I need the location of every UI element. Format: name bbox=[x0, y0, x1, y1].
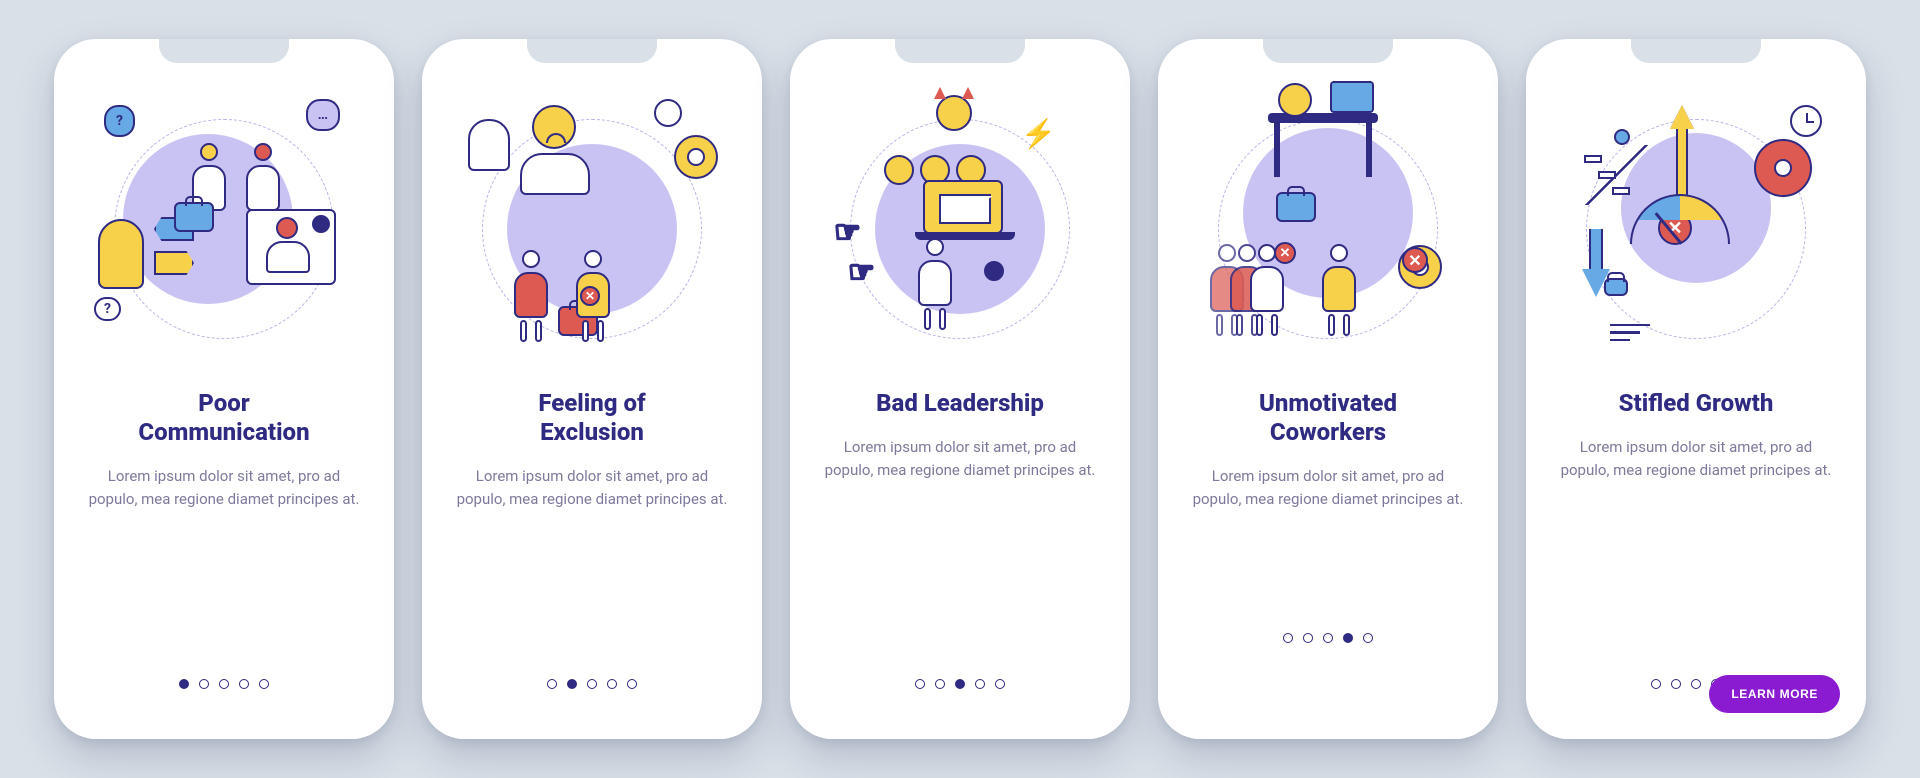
dot-2[interactable] bbox=[567, 679, 577, 689]
pointing-hand-icon: ☞ bbox=[848, 255, 875, 290]
dot-1[interactable] bbox=[915, 679, 925, 689]
dot-3[interactable] bbox=[1691, 679, 1701, 689]
pagination-dots bbox=[179, 679, 269, 689]
illustration-feeling-of-exclusion: ✕ bbox=[462, 99, 722, 359]
dot-3[interactable] bbox=[1323, 633, 1333, 643]
dot-2[interactable] bbox=[935, 679, 945, 689]
devil-boss-icon bbox=[936, 95, 972, 131]
phone-notch bbox=[1631, 39, 1761, 63]
onboarding-screen-3: ⚡ ☞ ☞ Bad Leadership Lorem ipsum dolor s… bbox=[790, 39, 1130, 739]
clock-icon bbox=[1790, 105, 1822, 137]
person-confused-icon bbox=[98, 219, 144, 289]
speed-lines-icon bbox=[1610, 324, 1650, 342]
pagination-dots bbox=[1283, 633, 1373, 643]
pointing-hand-icon: ☞ bbox=[834, 215, 861, 250]
slide-title: Feeling of Exclusion bbox=[538, 389, 645, 447]
photo-frame-icon bbox=[246, 209, 336, 285]
slide-description: Lorem ipsum dolor sit amet, pro ad popul… bbox=[816, 436, 1104, 483]
onboarding-screen-2: ✕ Feeling of Exclusion Lorem ipsum dolor… bbox=[422, 39, 762, 739]
onboarding-screen-4: ✕ ✕ Unmotivated Coworkers Lorem ipsum do… bbox=[1158, 39, 1498, 739]
phone-notch bbox=[527, 39, 657, 63]
dot-3[interactable] bbox=[955, 679, 965, 689]
illustration-poor-communication: ? … ? bbox=[94, 99, 354, 359]
person-yellow-icon: ✕ bbox=[574, 250, 612, 345]
clock-icon bbox=[654, 99, 682, 127]
dot-3[interactable] bbox=[587, 679, 597, 689]
onboarding-screen-1: ? … ? Poor Communication Lorem ipsum dol… bbox=[54, 39, 394, 739]
illustration-unmotivated-coworkers: ✕ ✕ bbox=[1198, 99, 1458, 359]
question-icon: ? bbox=[94, 297, 121, 321]
dot-4[interactable] bbox=[1343, 633, 1353, 643]
x-badge-icon: ✕ bbox=[1274, 242, 1296, 264]
pagination-dots bbox=[547, 679, 637, 689]
slide-title: Bad Leadership bbox=[876, 389, 1044, 418]
slide-title: Unmotivated Coworkers bbox=[1259, 389, 1397, 447]
arrow-right-icon bbox=[154, 251, 194, 275]
briefcase-icon bbox=[174, 202, 214, 232]
dot-5[interactable] bbox=[627, 679, 637, 689]
x-badge-icon: ✕ bbox=[580, 286, 600, 306]
pagination-dots bbox=[915, 679, 1005, 689]
briefcase-icon bbox=[1276, 192, 1316, 222]
dot-2[interactable] bbox=[1303, 633, 1313, 643]
sleeping-at-desk-icon bbox=[1268, 113, 1378, 123]
slide-title: Poor Communication bbox=[138, 389, 309, 447]
illustration-stifled-growth: ✕ bbox=[1566, 99, 1826, 359]
speech-bubbles-icon: ? bbox=[104, 105, 135, 137]
dot-1[interactable] bbox=[1283, 633, 1293, 643]
person-icon bbox=[916, 238, 954, 333]
dot-4[interactable] bbox=[239, 679, 249, 689]
stairs-icon bbox=[1584, 129, 1648, 205]
phone-notch bbox=[159, 39, 289, 63]
illustration-bad-leadership: ⚡ ☞ ☞ bbox=[830, 99, 1090, 359]
dot-2[interactable] bbox=[1671, 679, 1681, 689]
slide-title: Stifled Growth bbox=[1619, 389, 1774, 418]
dot-5[interactable] bbox=[995, 679, 1005, 689]
person-red-icon bbox=[512, 250, 550, 345]
gear-icon bbox=[674, 135, 718, 179]
envelope-icon bbox=[939, 194, 991, 224]
lightning-icon: ⚡ bbox=[1021, 117, 1056, 150]
thought-cloud-icon: … bbox=[306, 99, 340, 131]
slide-description: Lorem ipsum dolor sit amet, pro ad popul… bbox=[1552, 436, 1840, 483]
arrow-up-icon bbox=[1670, 105, 1694, 197]
arrow-down-icon bbox=[1582, 229, 1610, 297]
dot-3[interactable] bbox=[219, 679, 229, 689]
learn-more-button[interactable]: LEARN MORE bbox=[1709, 675, 1840, 713]
laptop-icon bbox=[923, 180, 1003, 234]
person-yellow-icon bbox=[1320, 244, 1358, 339]
moon-icon bbox=[312, 215, 330, 233]
moon-icon bbox=[984, 261, 1004, 281]
dot-5[interactable] bbox=[259, 679, 269, 689]
dot-1[interactable] bbox=[179, 679, 189, 689]
dot-1[interactable] bbox=[1651, 679, 1661, 689]
gear-icon bbox=[1754, 139, 1812, 197]
dot-4[interactable] bbox=[975, 679, 985, 689]
slide-description: Lorem ipsum dolor sit amet, pro ad popul… bbox=[80, 465, 368, 512]
sad-person-icon bbox=[532, 105, 590, 195]
people-group-icon: ✕ bbox=[1208, 244, 1286, 339]
dot-4[interactable] bbox=[607, 679, 617, 689]
phone-notch bbox=[1263, 39, 1393, 63]
slide-description: Lorem ipsum dolor sit amet, pro ad popul… bbox=[1184, 465, 1472, 512]
phone-notch bbox=[895, 39, 1025, 63]
dot-5[interactable] bbox=[1363, 633, 1373, 643]
slide-description: Lorem ipsum dolor sit amet, pro ad popul… bbox=[448, 465, 736, 512]
dot-2[interactable] bbox=[199, 679, 209, 689]
dot-1[interactable] bbox=[547, 679, 557, 689]
onboarding-screen-5: ✕ Stifled Growth Lorem ipsum dolor sit a… bbox=[1526, 39, 1866, 739]
x-badge-icon: ✕ bbox=[1402, 247, 1428, 273]
stop-hand-icon bbox=[468, 119, 510, 171]
